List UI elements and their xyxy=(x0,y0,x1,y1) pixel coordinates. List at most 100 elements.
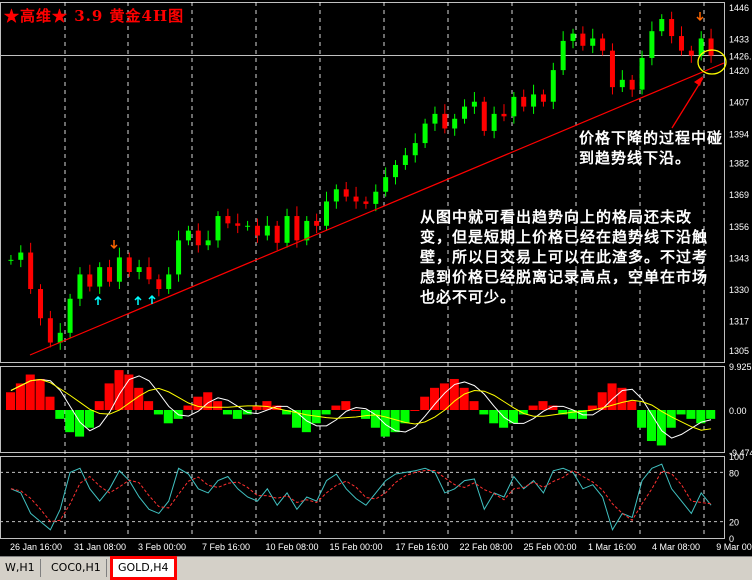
macd-bar xyxy=(153,409,163,415)
signal-arrow-down xyxy=(110,240,118,250)
macd-bar xyxy=(45,396,55,410)
macd-bar xyxy=(232,409,242,419)
macd-bar xyxy=(351,409,361,411)
candle-body xyxy=(629,79,635,90)
candle-body xyxy=(511,96,517,117)
macd-bar xyxy=(183,405,193,410)
x-tick-2: 3 Feb 00:00 xyxy=(138,542,186,552)
macd-bar xyxy=(25,374,35,410)
stoch-k-line xyxy=(10,463,712,532)
candle-body xyxy=(166,274,172,290)
macd-bar xyxy=(459,387,469,410)
candle-body xyxy=(570,33,576,41)
macd-bar xyxy=(489,409,499,424)
candle-body xyxy=(116,257,122,282)
signal-arrow-up xyxy=(134,295,142,305)
macd-bar xyxy=(479,409,489,415)
price-y-tick-0: 1305 xyxy=(729,346,749,356)
candle-body xyxy=(264,225,270,236)
candle-body xyxy=(126,257,132,272)
macd-bar xyxy=(6,392,16,410)
macd-bar xyxy=(65,409,75,433)
macd-bar xyxy=(656,409,666,446)
macd-bar xyxy=(686,409,696,419)
price-y-tick-7: 1394 xyxy=(729,129,749,139)
candle-body xyxy=(343,189,349,197)
candle-body xyxy=(225,216,231,224)
price-y-tick-12: 1446 xyxy=(729,3,749,13)
price-y-tick-3: 1343 xyxy=(729,253,749,263)
panel-border-0 xyxy=(0,2,725,363)
macd-y-tick-0: 9.925 xyxy=(729,362,752,372)
x-tick-9: 1 Mar 16:00 xyxy=(588,542,636,552)
candle-body xyxy=(688,50,694,56)
tab-gold-h4[interactable]: GOLD,H4 xyxy=(110,556,177,580)
price-y-tick-5: 1369 xyxy=(729,190,749,200)
stoch-y-tick-1: 80 xyxy=(729,468,739,478)
candle-body xyxy=(294,216,300,241)
candle-body xyxy=(363,201,369,204)
macd-bar xyxy=(528,405,538,410)
candle-body xyxy=(531,94,537,107)
candle-body xyxy=(97,267,103,287)
macd-bar xyxy=(420,396,430,410)
price-y-tick-6: 1382 xyxy=(729,159,749,169)
candle-body xyxy=(481,101,487,131)
tab-w-h1[interactable]: W,H1 xyxy=(0,559,41,577)
candle-body xyxy=(333,189,339,202)
price-y-tick-1: 1317 xyxy=(729,317,749,327)
candle-body xyxy=(452,118,458,129)
candle-body xyxy=(205,240,211,246)
candle-body xyxy=(195,230,201,246)
candle-body xyxy=(176,240,182,275)
candle-body xyxy=(136,267,142,272)
macd-y-tick-1: 0.00 xyxy=(729,406,747,416)
candle-body xyxy=(580,33,586,46)
candle-body xyxy=(471,101,477,107)
macd-bar xyxy=(331,405,341,410)
candle-body xyxy=(383,177,389,192)
macd-bar xyxy=(637,409,647,428)
price-y-tick-11: 1433 xyxy=(729,34,749,44)
candle-body xyxy=(412,143,418,156)
annotation-price-hits-trendline: 价格下降的过程中碰到趋势线下沿。 xyxy=(579,129,724,167)
macd-bar xyxy=(341,401,351,410)
chart-title: ★高维★ 3.9 黄金4H图 xyxy=(4,7,185,25)
candle-body xyxy=(521,96,527,107)
candle-body xyxy=(215,216,221,241)
tab-coc0-h1[interactable]: COC0,H1 xyxy=(46,559,107,577)
macd-bar xyxy=(321,409,331,415)
candle-body xyxy=(38,289,44,319)
candle-body xyxy=(28,252,34,290)
signal-arrow-down xyxy=(696,12,704,22)
candle-body xyxy=(67,298,73,333)
candle-body xyxy=(146,267,152,280)
candle-body xyxy=(323,201,329,226)
candle-body xyxy=(560,40,566,71)
price-y-tick-4: 1356 xyxy=(729,222,749,232)
candle-body xyxy=(639,57,645,90)
macd-bar xyxy=(538,401,548,410)
candle-body xyxy=(47,318,53,343)
macd-bar xyxy=(144,401,154,410)
candle-body xyxy=(669,19,675,37)
candle-body xyxy=(8,259,14,261)
candle-body xyxy=(235,223,241,226)
macd-bar xyxy=(706,409,716,419)
candle-body xyxy=(393,164,399,178)
candle-body xyxy=(550,70,556,102)
macd-bar xyxy=(75,409,85,437)
candle-body xyxy=(678,36,684,51)
price-y-tick-2: 1330 xyxy=(729,285,749,295)
stoch-d-line xyxy=(10,469,712,523)
candle-body xyxy=(18,252,24,260)
candle-body xyxy=(442,113,448,129)
macd-bar xyxy=(676,409,686,415)
x-tick-1: 31 Jan 08:00 xyxy=(74,542,126,552)
candle-body xyxy=(659,19,665,32)
price-y-tick-10: 1426. xyxy=(729,52,752,62)
candle-body xyxy=(77,274,83,299)
candle-body xyxy=(540,94,546,102)
macd-bar xyxy=(430,387,440,410)
price-y-tick-9: 1420 xyxy=(729,66,749,76)
